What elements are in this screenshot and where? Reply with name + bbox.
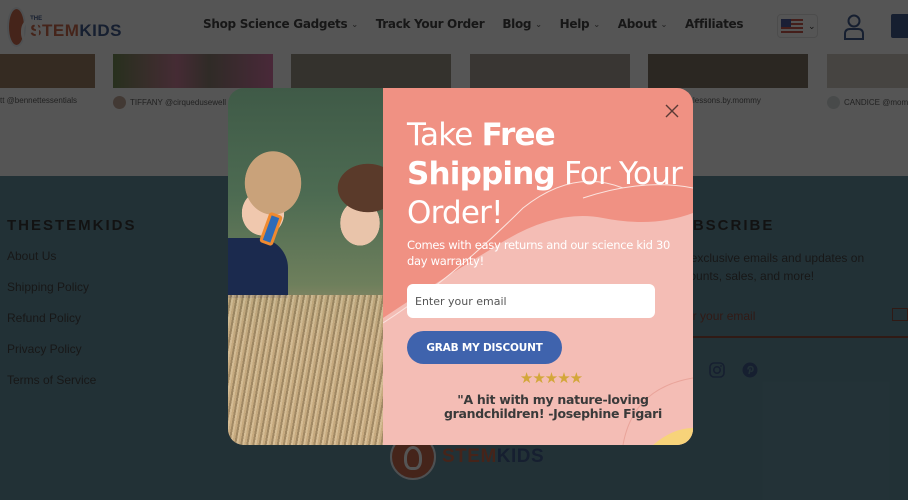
popup-subtitle: Comes with easy returns and our science … [407,238,670,268]
photo-detail [258,211,284,247]
popup-title: Take Free Shipping For Your Order! [407,116,692,233]
popup-email-input[interactable] [407,284,655,318]
photo-detail [228,295,383,445]
grab-discount-button[interactable]: GRAB MY DISCOUNT [407,331,562,364]
popup-photo [228,88,383,445]
free-shipping-popup: Take Free Shipping For Your Order! Comes… [228,88,693,445]
title-bold: Free [481,117,556,153]
popup-content: Take Free Shipping For Your Order! Comes… [383,88,693,445]
testimonial-quote: "A hit with my nature-loving grandchildr… [443,392,663,421]
star-rating: ★★★★★ [519,370,583,387]
title-text: Take [407,117,482,153]
title-bold: Shipping [407,156,556,192]
photo-detail [228,238,288,298]
